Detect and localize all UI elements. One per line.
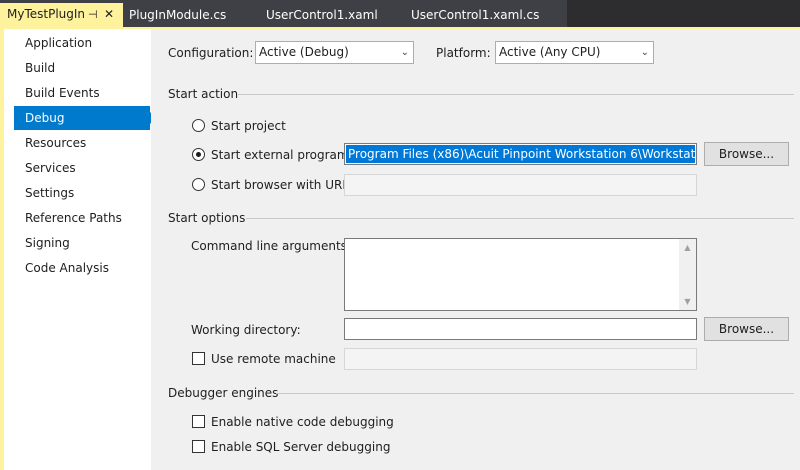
external-program-path-field[interactable]: Program Files (x86)\Acuit Pinpoint Works… bbox=[344, 143, 697, 165]
sidebar-item-label: Build bbox=[25, 61, 56, 75]
configuration-dropdown[interactable]: Active (Debug) ⌄ bbox=[255, 41, 414, 64]
platform-label: Platform: bbox=[436, 46, 491, 60]
sidebar-item-label: Build Events bbox=[25, 86, 100, 100]
tab-label: MyTestPlugIn bbox=[7, 7, 86, 21]
document-tab-strip: MyTestPlugIn ⊣ ✕ PlugInModule.cs UserCon… bbox=[0, 0, 800, 27]
working-directory-label: Working directory: bbox=[191, 323, 301, 337]
sidebar-item-label: Settings bbox=[25, 186, 75, 200]
scroll-up-icon[interactable]: ▲ bbox=[679, 239, 696, 256]
sidebar-item-application[interactable]: Application bbox=[14, 31, 150, 55]
sidebar-item-label: Resources bbox=[25, 136, 87, 150]
sidebar-item-services[interactable]: Services bbox=[14, 156, 150, 180]
native-code-debugging-label: Enable native code debugging bbox=[211, 415, 394, 429]
tab-usercontrol1-xaml-cs[interactable]: UserControl1.xaml.cs bbox=[411, 4, 539, 27]
section-divider bbox=[246, 218, 794, 219]
start-project-label: Start project bbox=[211, 119, 286, 133]
sql-server-debugging-label: Enable SQL Server debugging bbox=[211, 440, 391, 454]
use-remote-machine-label: Use remote machine bbox=[211, 352, 336, 366]
working-directory-input[interactable] bbox=[344, 318, 697, 340]
external-program-path-text: Program Files (x86)\Acuit Pinpoint Works… bbox=[346, 145, 695, 163]
close-icon[interactable]: ✕ bbox=[104, 3, 114, 26]
sidebar-item-label: Application bbox=[25, 36, 93, 50]
sidebar-item-build-events[interactable]: Build Events bbox=[14, 81, 150, 105]
configuration-label: Configuration: bbox=[168, 46, 254, 60]
remote-machine-field[interactable] bbox=[344, 348, 697, 370]
sidebar-item-label: Debug bbox=[25, 111, 65, 125]
pin-icon[interactable]: ⊣ bbox=[88, 3, 98, 26]
debug-settings-panel: Configuration: Active (Debug) ⌄ Platform… bbox=[151, 29, 800, 470]
native-code-debugging-checkbox[interactable] bbox=[192, 415, 205, 428]
sidebar-item-label: Signing bbox=[25, 236, 70, 250]
start-external-program-label: Start external program: bbox=[211, 148, 353, 162]
start-action-heading: Start action bbox=[168, 87, 239, 101]
sidebar-item-label: Code Analysis bbox=[25, 261, 109, 275]
browse-program-button[interactable]: Browse... bbox=[704, 142, 789, 166]
sql-server-debugging-checkbox[interactable] bbox=[192, 440, 205, 453]
chevron-down-icon: ⌄ bbox=[400, 47, 409, 58]
start-options-heading: Start options bbox=[168, 211, 246, 225]
sidebar-item-settings[interactable]: Settings bbox=[14, 181, 150, 205]
tab-label: UserControl1.xaml.cs bbox=[411, 8, 540, 22]
platform-value: Active (Any CPU) bbox=[499, 45, 601, 59]
section-divider bbox=[238, 94, 794, 95]
start-external-program-radio[interactable] bbox=[192, 148, 205, 161]
tab-label: UserControl1.xaml bbox=[266, 8, 378, 22]
sidebar-item-label: Reference Paths bbox=[25, 211, 122, 225]
configuration-value: Active (Debug) bbox=[259, 45, 349, 59]
start-browser-url-label: Start browser with URL: bbox=[211, 178, 354, 192]
sidebar-item-signing[interactable]: Signing bbox=[14, 231, 150, 255]
tab-mytestplugin[interactable]: MyTestPlugIn ⊣ ✕ bbox=[0, 3, 123, 27]
start-project-radio[interactable] bbox=[192, 119, 205, 132]
chevron-down-icon: ⌄ bbox=[640, 47, 649, 58]
sidebar-item-resources[interactable]: Resources bbox=[14, 131, 150, 155]
tab-pluginmodule-cs[interactable]: PlugInModule.cs bbox=[129, 4, 226, 27]
start-browser-url-radio[interactable] bbox=[192, 178, 205, 191]
scroll-down-icon[interactable]: ▼ bbox=[679, 293, 696, 310]
command-line-arguments-label: Command line arguments: bbox=[191, 239, 351, 253]
tab-usercontrol1-xaml[interactable]: UserControl1.xaml bbox=[266, 4, 378, 27]
command-line-arguments-input[interactable]: ▲ ▼ bbox=[344, 238, 697, 311]
sidebar-item-label: Services bbox=[25, 161, 76, 175]
sidebar-item-debug[interactable]: Debug bbox=[14, 106, 156, 130]
sidebar-item-code-analysis[interactable]: Code Analysis bbox=[14, 256, 150, 280]
browse-working-directory-button[interactable]: Browse... bbox=[704, 317, 789, 341]
sidebar-item-build[interactable]: Build bbox=[14, 56, 150, 80]
section-divider bbox=[276, 393, 794, 394]
browser-url-field[interactable] bbox=[344, 174, 697, 196]
platform-dropdown[interactable]: Active (Any CPU) ⌄ bbox=[495, 41, 654, 64]
sidebar-item-reference-paths[interactable]: Reference Paths bbox=[14, 206, 150, 230]
debugger-engines-heading: Debugger engines bbox=[168, 386, 279, 400]
property-pages-sidebar: Application Build Build Events Debug Res… bbox=[0, 29, 156, 470]
vertical-scrollbar[interactable]: ▲ ▼ bbox=[679, 239, 696, 310]
use-remote-machine-checkbox[interactable] bbox=[192, 352, 205, 365]
tab-label: PlugInModule.cs bbox=[129, 8, 227, 22]
